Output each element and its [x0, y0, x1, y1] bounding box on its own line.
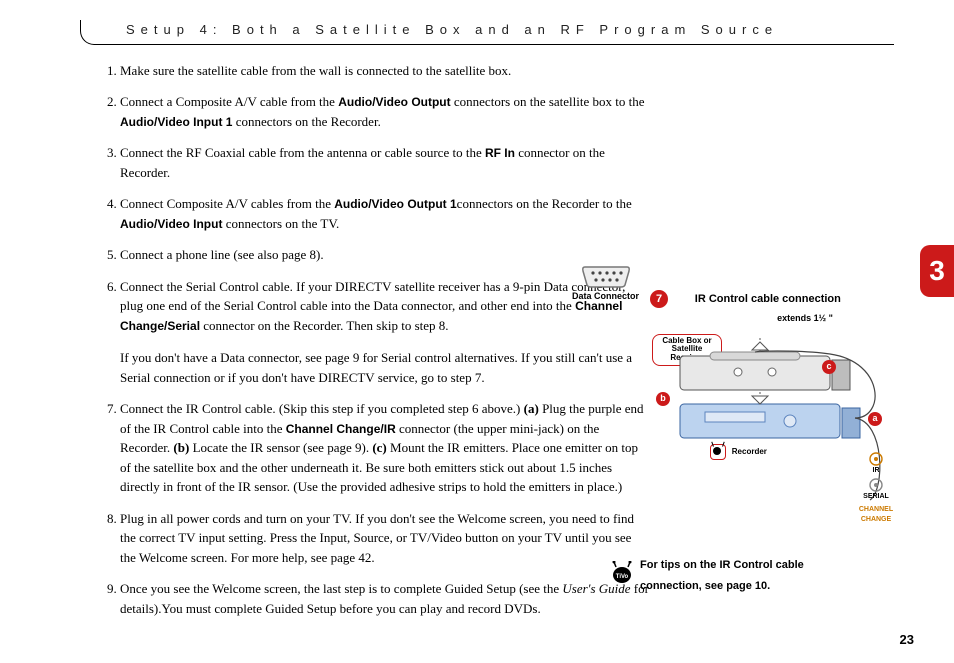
jack-channel: CHANNEL CHANGE — [856, 505, 896, 526]
step-2: Connect a Composite A/V cable from the A… — [120, 92, 650, 131]
step-3: Connect the RF Coaxial cable from the an… — [120, 143, 650, 182]
sub-marker: (c) — [372, 440, 386, 455]
connector-label: Audio/Video Input 1 — [120, 115, 232, 129]
marker-c: c — [822, 360, 836, 374]
step-text: Once you see the Welcome screen, the las… — [120, 581, 562, 596]
tivo-logo-icon — [710, 444, 726, 460]
diagram-title: IR Control cable connection — [695, 293, 841, 305]
jack-icon — [869, 478, 883, 492]
device-stack-illustration — [650, 332, 890, 512]
connector-label: Audio/Video Output 1 — [334, 197, 456, 211]
step-text: Connect Composite A/V cables from the — [120, 196, 334, 211]
recorder-label: Recorder — [732, 448, 767, 457]
tivo-logo-icon: TiVo — [610, 561, 634, 585]
step-5: Connect a phone line (see also page 8). — [120, 245, 650, 265]
step-text: Locate the IR sensor (see page 9). — [189, 440, 372, 455]
step-text: connectors on the satellite box to the — [451, 94, 645, 109]
svg-text:TiVo: TiVo — [616, 574, 629, 580]
sub-marker: (b) — [173, 440, 189, 455]
instruction-list-cont: Connect the IR Control cable. (Skip this… — [80, 399, 650, 618]
step-text: connectors on the Recorder. — [232, 114, 380, 129]
connector-label: Channel Change/IR — [286, 422, 396, 436]
step-text: connector on the Recorder. Then skip to … — [200, 318, 449, 333]
connector-label: Audio/Video Input — [120, 217, 222, 231]
ir-diagram: 7 IR Control cable connection extends 1½… — [650, 290, 900, 512]
extends-label: extends 1½ " — [710, 312, 900, 326]
chapter-number: 3 — [929, 250, 945, 292]
step-text: Connect the Serial Control cable. If you… — [120, 279, 625, 314]
step-7: Connect the IR Control cable. (Skip this… — [120, 399, 650, 497]
tip-line-1: For tips on the IR Control cable — [640, 559, 804, 571]
step-text: Make sure the satellite cable from the w… — [120, 63, 511, 78]
step-text: Connect the RF Coaxial cable from the an… — [120, 145, 485, 160]
step-6-alt: If you don't have a Data connector, see … — [120, 348, 650, 387]
step-9: Once you see the Welcome screen, the las… — [120, 579, 650, 618]
marker-a: a — [868, 412, 882, 426]
step-8: Plug in all power cords and turn on your… — [120, 509, 650, 568]
connector-label: Audio/Video Output — [338, 95, 450, 109]
step-text: connectors on the TV. — [222, 216, 339, 231]
connector-label: RF In — [485, 146, 515, 160]
step-text: Connect a phone line (see also page 8). — [120, 247, 324, 262]
marker-b: b — [656, 392, 670, 406]
instruction-list: Make sure the satellite cable from the w… — [80, 61, 650, 336]
chapter-tab: 3 — [920, 245, 954, 297]
step-text: Plug in all power cords and turn on your… — [120, 511, 634, 565]
jack-labels: IR SERIAL CHANNEL CHANGE — [856, 452, 896, 526]
diagram-number-badge: 7 — [650, 290, 668, 308]
tip-callout: TiVo For tips on the IR Control cable co… — [640, 555, 890, 597]
jack-ir: IR — [873, 467, 880, 474]
tip-line-2: connection, see page 10. — [640, 580, 770, 592]
data-connector-label: Data Connector — [572, 291, 639, 301]
serial-port-icon — [581, 265, 631, 289]
header-bar: Setup 4: Both a Satellite Box and an RF … — [80, 20, 894, 45]
step-text: Connect the IR Control cable. (Skip this… — [120, 401, 524, 416]
step-1: Make sure the satellite cable from the w… — [120, 61, 650, 81]
page-title: Setup 4: Both a Satellite Box and an RF … — [126, 22, 778, 37]
step-4: Connect Composite A/V cables from the Au… — [120, 194, 650, 233]
sub-marker: (a) — [524, 401, 539, 416]
step-text: connectors on the Recorder to the — [457, 196, 632, 211]
page-number: 23 — [900, 630, 914, 650]
jack-icon — [869, 452, 883, 466]
data-connector-figure: Data Connector — [568, 265, 643, 302]
step-text: Connect a Composite A/V cable from the — [120, 94, 338, 109]
step-text: If you don't have a Data connector, see … — [120, 350, 632, 385]
jack-serial: SERIAL — [863, 493, 889, 500]
